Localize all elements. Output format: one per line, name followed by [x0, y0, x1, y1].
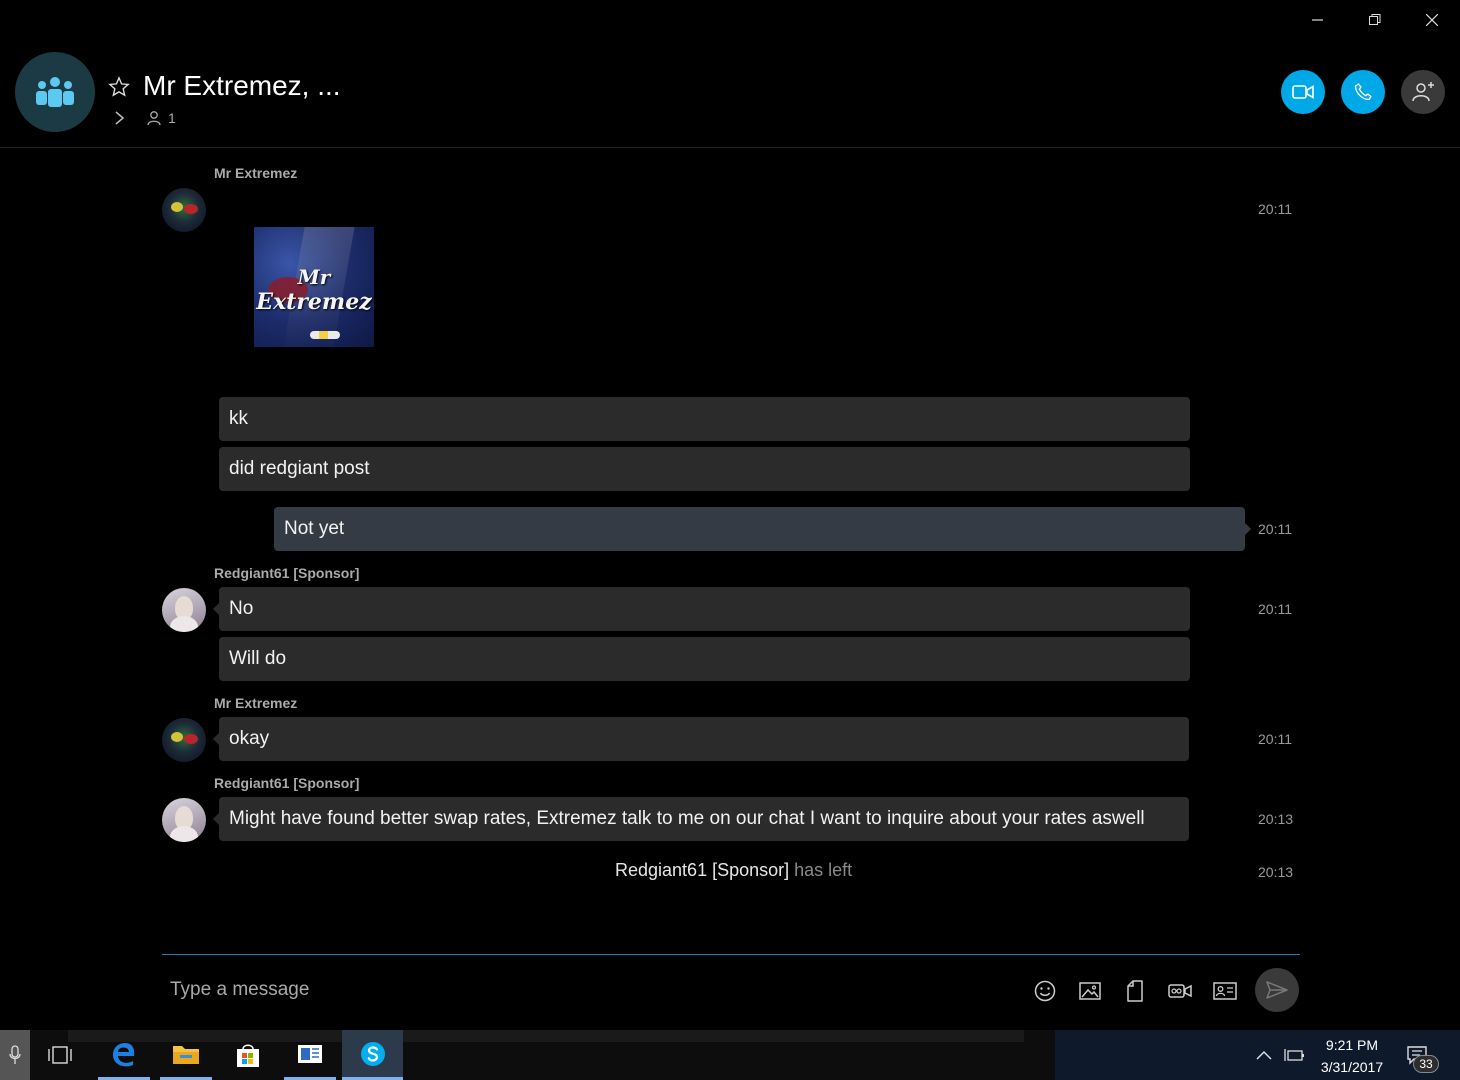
- sender-name: Mr Extremez: [214, 695, 298, 711]
- participants-count-label: 1: [168, 110, 176, 126]
- store-icon: [237, 1044, 259, 1067]
- edge-icon: [113, 1042, 135, 1066]
- system-clock[interactable]: 9:21 PM 3/31/2017: [1310, 1034, 1394, 1078]
- image-icon: [1079, 982, 1101, 1000]
- own-message-bubble[interactable]: Not yet: [274, 507, 1251, 551]
- favorite-button[interactable]: [108, 76, 130, 103]
- conversation-header: Mr Extremez, ... 1: [0, 40, 1460, 148]
- message-text: kk: [229, 408, 248, 429]
- message-bubble[interactable]: did redgiant post: [219, 447, 1190, 491]
- battery-icon: [1284, 1049, 1304, 1061]
- message-text: did redgiant post: [229, 458, 370, 479]
- message-time: 20:13: [1258, 811, 1294, 827]
- store-button[interactable]: [222, 1030, 274, 1080]
- sender-name: Mr Extremez: [214, 165, 298, 181]
- video-call-button[interactable]: [1281, 70, 1325, 114]
- star-icon: [108, 76, 130, 97]
- image-text-line-2: Extremez: [256, 289, 372, 315]
- task-view-icon: [48, 1046, 72, 1064]
- message-time: 20:11: [1258, 731, 1292, 747]
- audio-call-button[interactable]: [1341, 70, 1385, 114]
- close-icon: [1425, 14, 1438, 26]
- file-explorer-icon: [173, 1045, 199, 1064]
- minimize-icon: [1311, 19, 1323, 21]
- message-text: Will do: [229, 648, 287, 669]
- chevron-right-icon: [115, 111, 125, 125]
- news-icon: [298, 1044, 322, 1063]
- image-text-line-1: Mr: [297, 265, 331, 289]
- news-button[interactable]: [284, 1030, 336, 1080]
- message-text: No: [229, 598, 254, 619]
- message-input[interactable]: [162, 968, 1012, 1012]
- sender-name: Redgiant61 [Sponsor]: [214, 775, 360, 791]
- edge-button[interactable]: [98, 1030, 150, 1080]
- notification-count-badge: 33: [1413, 1055, 1439, 1073]
- avatar[interactable]: [162, 798, 206, 842]
- add-people-button[interactable]: [1401, 70, 1445, 114]
- message-bubble[interactable]: Will do: [219, 637, 1190, 681]
- shared-image[interactable]: Mr Extremez: [254, 227, 374, 347]
- window-caption: [1289, 0, 1460, 40]
- video-call-icon: [1292, 85, 1314, 99]
- emoji-button[interactable]: [1032, 978, 1058, 1004]
- send-icon: [1266, 981, 1288, 999]
- conversation-title[interactable]: Mr Extremez, ...: [143, 70, 341, 102]
- video-message-button[interactable]: [1167, 978, 1193, 1004]
- event-participant-name: Redgiant61 [Sponsor]: [615, 860, 790, 880]
- file-explorer-button[interactable]: [160, 1030, 212, 1080]
- person-icon: [147, 111, 161, 126]
- message-time: 20:11: [1258, 601, 1292, 617]
- clock-time: 9:21 PM: [1325, 1037, 1379, 1053]
- minimize-button[interactable]: [1289, 0, 1346, 40]
- add-person-icon: [1412, 82, 1434, 102]
- file-icon: [1127, 980, 1143, 1002]
- sender-name: Redgiant61 [Sponsor]: [214, 565, 360, 581]
- avatar[interactable]: [162, 718, 206, 762]
- message-time: 20:11: [1258, 201, 1292, 217]
- message-text: Might have found better swap rates, Extr…: [229, 808, 1145, 829]
- group-icon: [36, 77, 74, 107]
- chevron-up-icon: [1256, 1050, 1272, 1060]
- message-bubble[interactable]: Might have found better swap rates, Extr…: [213, 797, 1189, 841]
- taskbar: 9:21 PM 3/31/2017 33: [0, 1030, 1460, 1080]
- send-file-button[interactable]: [1122, 978, 1148, 1004]
- avatar[interactable]: [162, 588, 206, 632]
- send-contact-button[interactable]: [1212, 978, 1238, 1004]
- emoji-icon: [1034, 980, 1056, 1002]
- event-time: 20:13: [1258, 864, 1294, 880]
- message-bubble[interactable]: okay: [213, 717, 1189, 761]
- video-message-icon: [1168, 984, 1192, 998]
- close-button[interactable]: [1403, 0, 1460, 40]
- message-bubble[interactable]: kk: [219, 397, 1190, 441]
- message-text: Not yet: [284, 518, 345, 539]
- send-image-button[interactable]: [1077, 978, 1103, 1004]
- send-button[interactable]: [1255, 968, 1299, 1012]
- image-gems: [310, 331, 340, 339]
- microphone-icon: [9, 1045, 21, 1064]
- composer-divider: [162, 954, 1300, 955]
- expand-details-button[interactable]: [113, 110, 127, 131]
- contact-card-icon: [1213, 982, 1237, 1000]
- skype-button[interactable]: [342, 1030, 403, 1080]
- participants-count[interactable]: 1: [146, 110, 176, 126]
- message-bubble[interactable]: No: [213, 587, 1190, 631]
- clock-date: 3/31/2017: [1320, 1059, 1384, 1075]
- group-avatar[interactable]: [15, 52, 95, 132]
- avatar[interactable]: [162, 188, 206, 232]
- skype-icon: [360, 1041, 385, 1066]
- microphone-button[interactable]: [0, 1030, 30, 1080]
- message-time: 20:11: [1258, 521, 1292, 537]
- restore-icon: [1368, 14, 1380, 25]
- task-view-button[interactable]: [34, 1030, 86, 1080]
- participant-left-event: Redgiant61 [Sponsor] has left: [615, 860, 852, 881]
- message-text: okay: [229, 728, 270, 749]
- phone-icon: [1354, 83, 1372, 101]
- restore-button[interactable]: [1346, 0, 1403, 40]
- event-action: has left: [794, 860, 853, 880]
